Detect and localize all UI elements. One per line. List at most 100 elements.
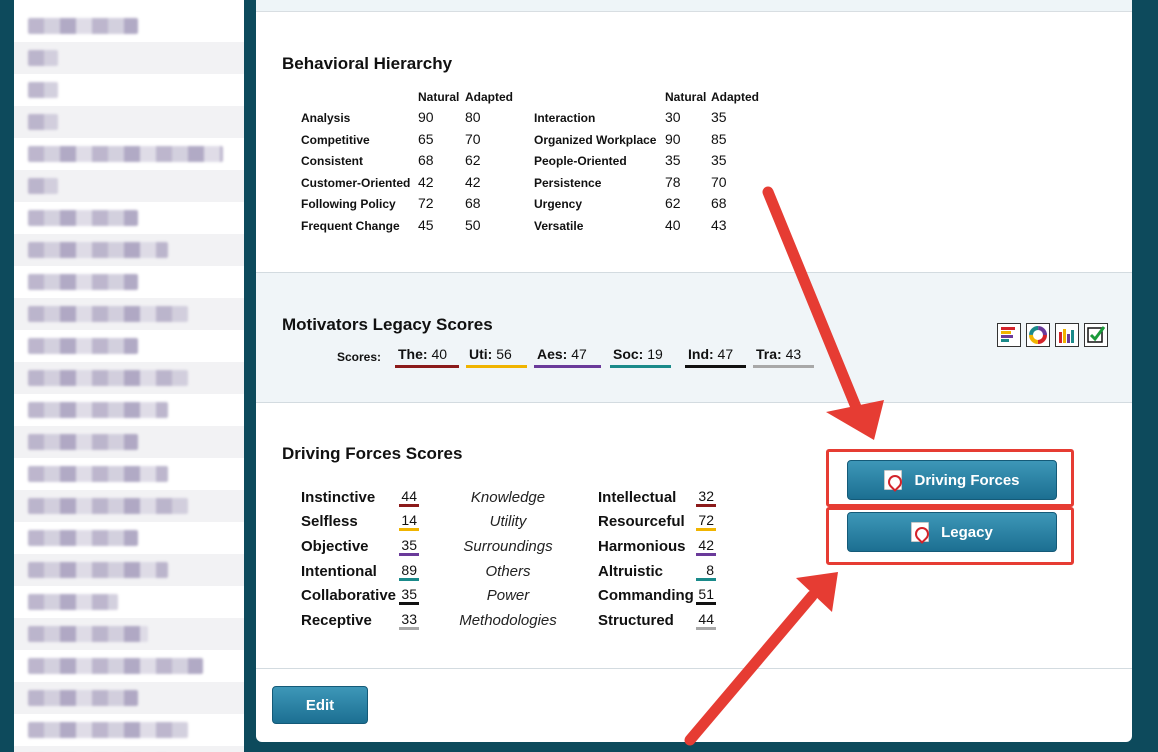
sidebar-item[interactable] — [14, 170, 244, 202]
bar-list-icon[interactable] — [997, 323, 1021, 347]
blurred-text — [28, 498, 188, 514]
sidebar-item[interactable] — [14, 746, 244, 752]
blurred-text — [28, 82, 58, 98]
sidebar-item[interactable] — [14, 138, 244, 170]
blurred-text — [28, 338, 138, 354]
sidebar-item[interactable] — [14, 298, 244, 330]
sidebar-item[interactable] — [14, 362, 244, 394]
sidebar-item[interactable] — [14, 586, 244, 618]
motivator-underline — [466, 365, 527, 368]
motivator-score: Aes: 47 — [534, 346, 601, 368]
adapted-score: 70 — [711, 174, 727, 190]
sidebar-item[interactable] — [14, 522, 244, 554]
sidebar-item[interactable] — [14, 330, 244, 362]
score-underline — [399, 627, 419, 630]
blurred-text — [28, 626, 148, 642]
ring-chart-icon[interactable] — [1026, 323, 1050, 347]
sidebar-list — [14, 0, 244, 752]
driving-force-left-label: Receptive — [301, 612, 372, 629]
sidebar-item[interactable] — [14, 42, 244, 74]
driving-force-left-score: 35 — [399, 537, 419, 556]
driving-force-category: Power — [486, 587, 530, 604]
natural-score: 78 — [665, 174, 681, 190]
driving-force-category: Surroundings — [463, 538, 553, 555]
driving-forces-button-label: Driving Forces — [914, 471, 1020, 489]
behavior-label: Urgency — [534, 197, 583, 211]
motivator-abbr: Ind: — [688, 346, 714, 362]
motivator-value: 56 — [496, 346, 512, 362]
sidebar-item[interactable] — [14, 394, 244, 426]
sidebar-item[interactable] — [14, 682, 244, 714]
driving-force-right-label: Structured — [598, 612, 674, 629]
sidebar-item[interactable] — [14, 106, 244, 138]
blurred-text — [28, 466, 168, 482]
blurred-text — [28, 274, 138, 290]
driving-force-category: Utility — [489, 513, 527, 530]
blurred-text — [28, 722, 188, 738]
sidebar-item[interactable] — [14, 650, 244, 682]
behavior-label: Following Policy — [301, 197, 396, 211]
driving-forces-title: Driving Forces Scores — [282, 444, 463, 463]
column-chart-icon[interactable] — [1055, 323, 1079, 347]
motivator-value: 43 — [785, 346, 802, 362]
sidebar-item[interactable] — [14, 74, 244, 106]
blurred-text — [28, 146, 223, 162]
natural-score: 72 — [418, 195, 434, 211]
natural-header-right: Natural — [665, 90, 707, 104]
score-underline — [696, 627, 716, 630]
natural-score: 65 — [418, 131, 434, 147]
driving-force-category: Others — [485, 563, 531, 580]
natural-score: 90 — [418, 109, 434, 125]
behavior-label: Frequent Change — [301, 219, 400, 233]
motivator-value: 40 — [431, 346, 448, 362]
behavior-label: Interaction — [534, 111, 596, 125]
blurred-text — [28, 50, 58, 66]
motivator-score: Uti: 56 — [466, 346, 527, 368]
score-underline — [399, 504, 419, 507]
driving-force-right-score: 72 — [696, 512, 716, 531]
score-underline — [399, 578, 419, 581]
motivators-title: Motivators Legacy Scores — [282, 315, 493, 334]
behavior-label: Competitive — [301, 133, 370, 147]
sidebar-item[interactable] — [14, 10, 244, 42]
checkbox-icon[interactable] — [1084, 323, 1108, 347]
behavior-label: Versatile — [534, 219, 584, 233]
sidebar-item[interactable] — [14, 714, 244, 746]
blurred-text — [28, 562, 168, 578]
blurred-text — [28, 402, 168, 418]
right-frame — [1132, 0, 1158, 752]
natural-score: 30 — [665, 109, 681, 125]
blurred-text — [28, 690, 138, 706]
driving-force-left-score: 44 — [399, 488, 419, 507]
sidebar-item[interactable] — [14, 554, 244, 586]
driving-forces-pdf-button[interactable]: Driving Forces — [847, 460, 1057, 500]
motivator-underline — [753, 365, 814, 368]
sidebar-item[interactable] — [14, 426, 244, 458]
sidebar-item[interactable] — [14, 618, 244, 650]
blurred-text — [28, 594, 118, 610]
motivator-score: The: 40 — [395, 346, 459, 368]
natural-score: 35 — [665, 152, 681, 168]
sidebar-item[interactable] — [14, 458, 244, 490]
sidebar-item[interactable] — [14, 234, 244, 266]
motivator-value: 19 — [647, 346, 663, 362]
natural-score: 40 — [665, 217, 681, 233]
sidebar-item[interactable] — [14, 202, 244, 234]
behavior-label: Consistent — [301, 154, 364, 168]
score-underline — [696, 553, 716, 556]
sidebar-item[interactable] — [14, 490, 244, 522]
edit-button[interactable]: Edit — [272, 686, 368, 724]
blurred-text — [28, 210, 138, 226]
driving-force-right-label: Resourceful — [598, 513, 685, 530]
motivator-abbr: Tra: — [756, 346, 782, 362]
legacy-pdf-button[interactable]: Legacy — [847, 512, 1057, 552]
behavior-label: Analysis — [301, 111, 351, 125]
motivator-score: Soc: 19 — [610, 346, 671, 368]
pdf-icon — [884, 470, 903, 490]
driving-force-left-score: 33 — [399, 611, 419, 630]
sidebar-item[interactable] — [14, 266, 244, 298]
driving-force-category: Knowledge — [470, 489, 546, 506]
adapted-score: 62 — [465, 152, 481, 168]
adapted-score: 80 — [465, 109, 481, 125]
score-underline — [696, 578, 716, 581]
